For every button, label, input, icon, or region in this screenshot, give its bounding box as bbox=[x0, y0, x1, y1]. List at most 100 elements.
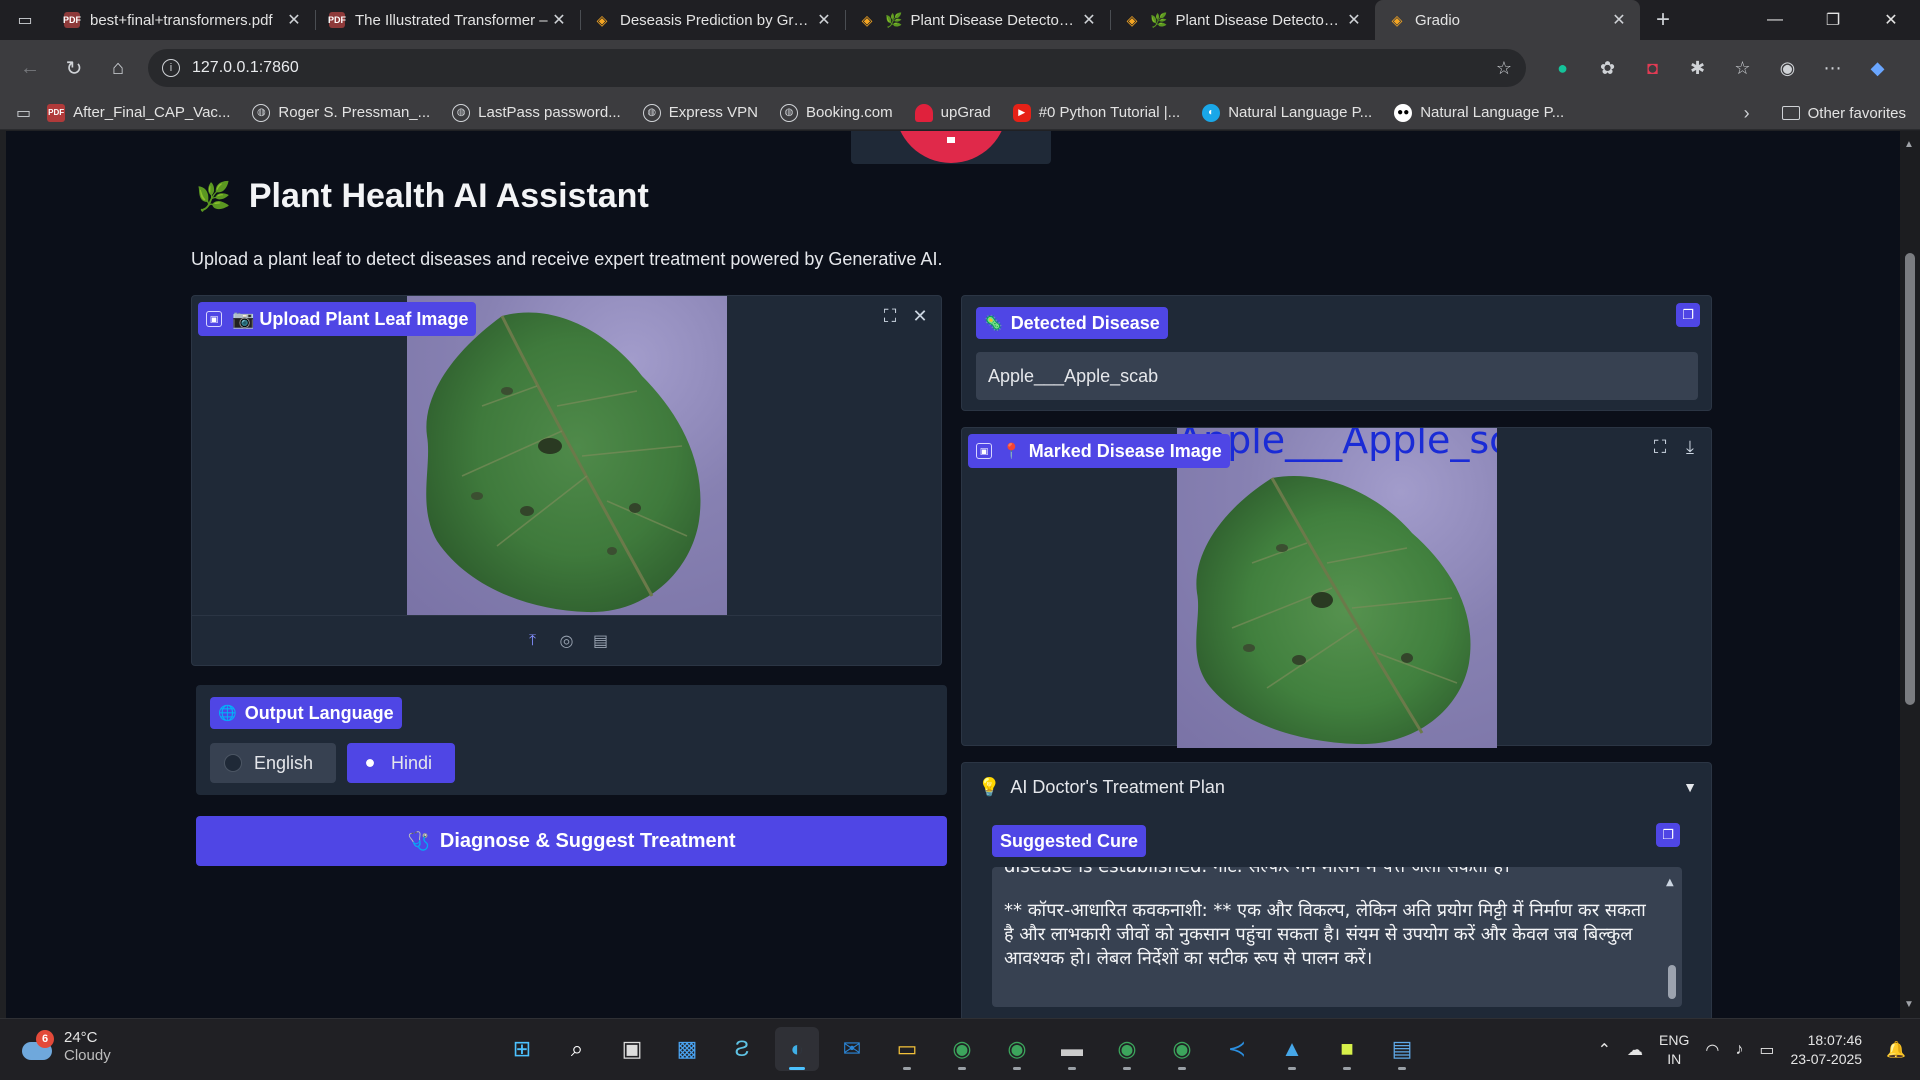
page-scrollbar[interactable]: ▲ ▼ bbox=[1900, 131, 1920, 1018]
webcam-icon[interactable]: ◎ bbox=[555, 631, 579, 651]
copy-icon[interactable]: ❐ bbox=[1656, 823, 1680, 847]
site-info-icon[interactable]: i bbox=[162, 59, 180, 77]
clock[interactable]: 18:07:46 23-07-2025 bbox=[1790, 1031, 1862, 1069]
fullscreen-icon[interactable]: ⛶ bbox=[878, 304, 902, 328]
vscode-icon[interactable]: ≺ bbox=[1215, 1027, 1259, 1071]
wifi-icon[interactable]: ◠ bbox=[1705, 1040, 1719, 1060]
chrome-icon[interactable]: ◉ bbox=[940, 1027, 984, 1071]
reload-icon[interactable]: ↻ bbox=[52, 48, 96, 88]
copy-icon[interactable]: ❐ bbox=[1676, 303, 1700, 327]
pycharm-icon[interactable]: ■ bbox=[1325, 1027, 1369, 1071]
extension-icon[interactable]: ✿ bbox=[1585, 48, 1630, 88]
store-icon[interactable]: ▩ bbox=[665, 1027, 709, 1071]
bookmark-item[interactable]: ◍ Booking.com bbox=[779, 103, 893, 122]
copilot-icon[interactable]: ◆ bbox=[1855, 48, 1900, 88]
notifications-icon[interactable]: 🔔 bbox=[1886, 1040, 1906, 1060]
weather-widget[interactable]: 6 24°C Cloudy bbox=[20, 1029, 111, 1065]
diagnose-button[interactable]: 🩺 Diagnose & Suggest Treatment bbox=[196, 816, 947, 866]
grammarly-icon[interactable]: ● bbox=[1540, 48, 1585, 88]
bookmark-item[interactable]: ◍ Roger S. Pressman_... bbox=[252, 103, 430, 122]
bookmark-item[interactable]: ●● Natural Language P... bbox=[1394, 103, 1564, 122]
tab-title: The Illustrated Transformer – bbox=[355, 11, 548, 29]
detected-disease-output[interactable]: Apple___Apple_scab bbox=[976, 352, 1698, 400]
start-icon[interactable]: ⊞ bbox=[500, 1027, 544, 1071]
tab-3[interactable]: ◈ Deseasis Prediction by Gradi ✕ bbox=[580, 0, 845, 40]
scroll-thumb[interactable] bbox=[1905, 253, 1915, 705]
chevron-right-icon[interactable]: › bbox=[1744, 103, 1750, 124]
notepad-icon[interactable]: ▤ bbox=[1380, 1027, 1424, 1071]
textarea-scrollbar[interactable]: ▲ bbox=[1666, 871, 1678, 1003]
pocket-icon[interactable]: ◘ bbox=[1630, 48, 1675, 88]
new-tab-icon[interactable]: + bbox=[1640, 6, 1686, 34]
volume-icon[interactable]: ♪ bbox=[1735, 1041, 1743, 1059]
search-icon[interactable]: ⌕ bbox=[555, 1027, 599, 1071]
tab-actions-icon[interactable]: ▭ bbox=[0, 0, 50, 40]
tab-6-active[interactable]: ◈ Gradio ✕ bbox=[1375, 0, 1640, 40]
radio-hindi[interactable]: Hindi bbox=[347, 743, 455, 783]
download-icon[interactable]: ⤓ bbox=[1678, 435, 1702, 459]
url-text[interactable]: 127.0.0.1:7860 bbox=[192, 59, 1496, 77]
task-view-icon[interactable]: ▣ bbox=[610, 1027, 654, 1071]
more-menu-icon[interactable]: ⋯ bbox=[1810, 48, 1855, 88]
input-language[interactable]: ENG IN bbox=[1659, 1031, 1689, 1069]
clipboard-icon[interactable]: ▤ bbox=[589, 631, 613, 651]
chevron-up-icon[interactable]: ⌃ bbox=[1598, 1040, 1611, 1060]
home-icon[interactable]: ⌂ bbox=[96, 48, 140, 88]
restore-icon[interactable]: ❐ bbox=[1804, 0, 1862, 40]
reading-view-icon[interactable]: ▭ bbox=[16, 103, 31, 123]
radio-english[interactable]: English bbox=[210, 743, 336, 783]
bookmark-item[interactable]: ▶ #0 Python Tutorial |... bbox=[1012, 103, 1180, 122]
upload-icon[interactable]: ⤒ bbox=[521, 632, 545, 650]
tab-5[interactable]: ◈ 🌿 Plant Disease Detector w ✕ bbox=[1110, 0, 1375, 40]
scroll-up-icon[interactable]: ▲ bbox=[1904, 139, 1914, 150]
terminal-icon[interactable]: ▬ bbox=[1050, 1027, 1094, 1071]
minimize-icon[interactable]: — bbox=[1746, 0, 1804, 40]
scroll-down-icon[interactable]: ▼ bbox=[1904, 999, 1914, 1010]
bookmark-item[interactable]: PDF After_Final_CAP_Vac... bbox=[47, 103, 230, 122]
region-code: IN bbox=[1667, 1051, 1682, 1067]
window-controls: — ❐ ✕ bbox=[1746, 0, 1920, 40]
chrome-profile-icon[interactable]: ◉ bbox=[995, 1027, 1039, 1071]
treatment-accordion: 💡 AI Doctor's Treatment Plan ▼ Suggested… bbox=[961, 762, 1712, 1018]
battery-icon[interactable]: ▭ bbox=[1759, 1040, 1774, 1060]
bookmark-item[interactable]: ◐ Natural Language P... bbox=[1202, 103, 1372, 122]
scroll-up-icon[interactable]: ▲ bbox=[1666, 871, 1674, 895]
tab-2[interactable]: PDF The Illustrated Transformer – ✕ bbox=[315, 0, 580, 40]
back-icon[interactable]: ← bbox=[8, 48, 52, 88]
upload-image-block[interactable]: ▣ 📷 Upload Plant Leaf Image ⛶ ✕ ⤒ ◎ ▤ bbox=[191, 295, 942, 666]
close-tab-icon[interactable]: ✕ bbox=[548, 10, 570, 30]
close-tab-icon[interactable]: ✕ bbox=[1608, 10, 1630, 30]
fullscreen-icon[interactable]: ⛶ bbox=[1648, 435, 1672, 459]
clear-image-icon[interactable]: ✕ bbox=[908, 304, 932, 328]
close-tab-icon[interactable]: ✕ bbox=[813, 10, 835, 30]
app-icon[interactable]: Ƨ bbox=[720, 1027, 764, 1071]
suggested-cure-textarea[interactable]: disease is established. नोट: सल्फर गर्म … bbox=[992, 867, 1682, 1007]
scroll-thumb[interactable] bbox=[1668, 965, 1676, 999]
profile-avatar-icon[interactable]: ◉ bbox=[1765, 48, 1810, 88]
edge-browser-icon[interactable]: ◐ bbox=[775, 1027, 819, 1071]
close-tab-icon[interactable]: ✕ bbox=[1078, 10, 1100, 30]
favorites-icon[interactable]: ☆ bbox=[1720, 48, 1765, 88]
close-window-icon[interactable]: ✕ bbox=[1862, 0, 1920, 40]
address-bar[interactable]: i 127.0.0.1:7860 ☆ bbox=[148, 49, 1526, 87]
caret-down-icon[interactable]: ▼ bbox=[1683, 779, 1697, 795]
photos-icon[interactable]: ▲ bbox=[1270, 1027, 1314, 1071]
file-explorer-icon[interactable]: ▭ bbox=[885, 1027, 929, 1071]
other-favorites[interactable]: Other favorites bbox=[1808, 105, 1906, 122]
bookmark-item[interactable]: ◍ LastPass password... bbox=[452, 103, 621, 122]
tab-1[interactable]: PDF best+final+transformers.pdf ✕ bbox=[50, 0, 315, 40]
bookmark-item[interactable]: ◍ Express VPN bbox=[642, 103, 758, 122]
accordion-header[interactable]: 💡 AI Doctor's Treatment Plan ▼ bbox=[962, 763, 1711, 811]
chrome-profile-icon[interactable]: ◉ bbox=[1160, 1027, 1204, 1071]
bookmark-label: LastPass password... bbox=[478, 104, 621, 121]
bookmark-item[interactable]: upGrad bbox=[914, 103, 991, 122]
close-tab-icon[interactable]: ✕ bbox=[283, 10, 305, 30]
favorite-star-icon[interactable]: ☆ bbox=[1496, 58, 1512, 79]
close-tab-icon[interactable]: ✕ bbox=[1343, 10, 1365, 30]
globe-icon: 🌐 bbox=[218, 705, 237, 722]
extensions-puzzle-icon[interactable]: ✱ bbox=[1675, 48, 1720, 88]
chrome-profile-icon[interactable]: ◉ bbox=[1105, 1027, 1149, 1071]
tab-4[interactable]: ◈ 🌿 Plant Disease Detector w ✕ bbox=[845, 0, 1110, 40]
outlook-icon[interactable]: ✉ bbox=[830, 1027, 874, 1071]
onedrive-icon[interactable]: ☁ bbox=[1627, 1040, 1643, 1060]
